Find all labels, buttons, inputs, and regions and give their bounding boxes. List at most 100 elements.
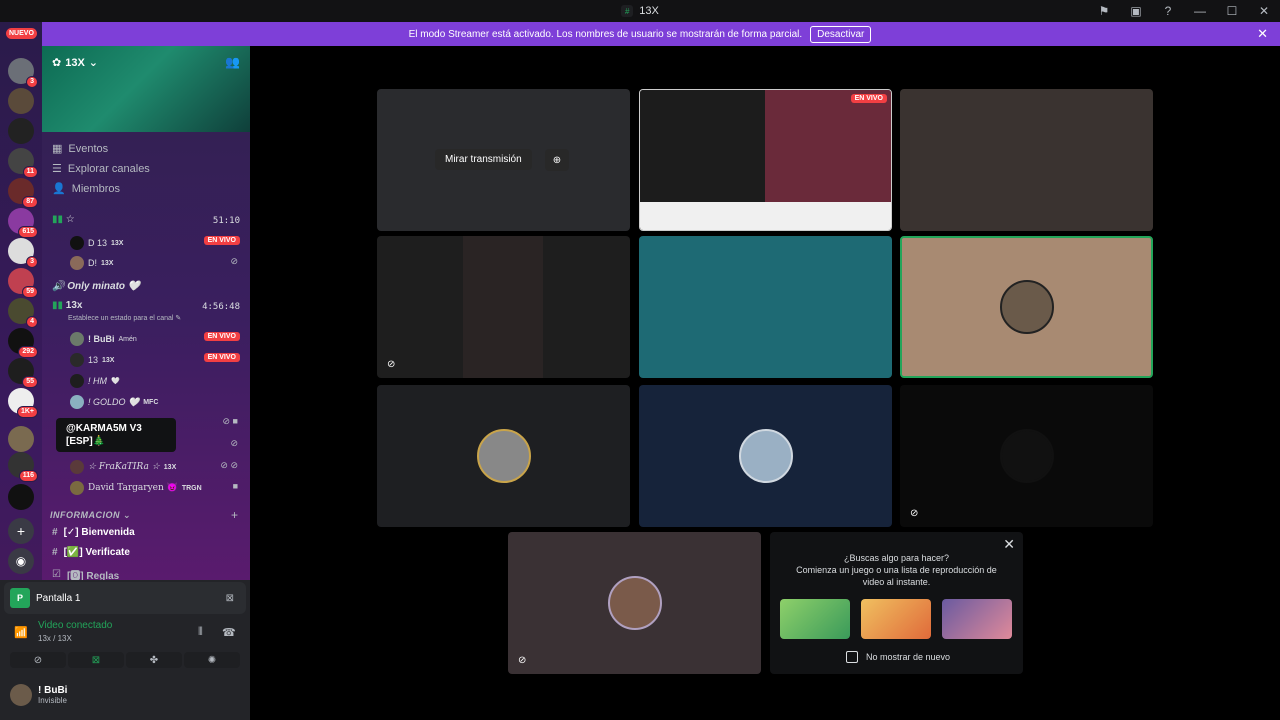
mention-badge: 4 xyxy=(26,316,38,328)
server-icon[interactable]: 59 xyxy=(8,268,38,298)
game-tile[interactable] xyxy=(861,599,931,639)
avatar xyxy=(999,280,1054,334)
video-tile[interactable] xyxy=(900,89,1153,231)
disconnect-icon[interactable]: ☎ xyxy=(222,626,236,639)
avatar xyxy=(70,353,84,367)
hash-icon: # xyxy=(52,527,58,538)
close-window-button[interactable]: ✕ xyxy=(1248,0,1280,22)
voice-member[interactable]: ! BuBi Amén xyxy=(70,332,137,346)
voice-channel-1[interactable]: ▮▮ ☆ xyxy=(52,214,75,225)
voice-member[interactable]: D 13 13X xyxy=(70,236,123,250)
voice-channel-2[interactable]: 🔊 Only minato 🤍 xyxy=(52,281,140,292)
maximize-button[interactable]: ☐ xyxy=(1216,0,1248,22)
member-tag: 13X xyxy=(163,463,177,471)
server-icon[interactable]: 4 xyxy=(8,298,38,328)
category-header[interactable]: INFORMACION ⌄ xyxy=(50,510,131,521)
noise-suppression-icon[interactable]: ⦀ xyxy=(198,626,203,639)
minimize-button[interactable]: — xyxy=(1184,0,1216,22)
server-icon[interactable] xyxy=(8,118,34,144)
video-tile[interactable] xyxy=(639,385,892,527)
mention-badge: 292 xyxy=(18,346,38,358)
avatar xyxy=(70,236,84,250)
close-icon[interactable]: ✕ xyxy=(1257,26,1268,42)
channel-bienvenida[interactable]: # [✓] Bienvenida xyxy=(52,527,135,538)
add-server-icon[interactable]: + xyxy=(8,518,34,544)
channel-label: [✓] Bienvenida xyxy=(63,527,135,538)
server-icon[interactable]: 55 xyxy=(8,358,38,388)
flag-icon[interactable]: ⚑ xyxy=(1088,0,1120,22)
voice-member[interactable]: ☆ FraKaTIRa ☆ 13X xyxy=(70,460,176,474)
voice-member[interactable]: 13 13X xyxy=(70,353,114,367)
live-badge: EN VIVO xyxy=(203,332,240,341)
voice-timer: 4:56:48 xyxy=(202,302,240,312)
server-icon[interactable]: 3 xyxy=(8,238,38,268)
signal-icon[interactable]: 📶 xyxy=(14,626,28,639)
game-tile[interactable] xyxy=(942,599,1012,639)
game-tile[interactable] xyxy=(780,599,850,639)
avatar xyxy=(738,429,793,483)
deafened-icon: ⊘ xyxy=(230,438,238,448)
channel-status[interactable]: Establece un estado para el canal ✎ xyxy=(68,314,181,322)
share-screen-button[interactable]: ⊠ xyxy=(68,652,124,668)
activities-button[interactable]: ✤ xyxy=(126,652,182,668)
screen-share-card[interactable]: P Pantalla 1 ⊠ xyxy=(4,582,246,614)
dont-show-checkbox[interactable]: No mostrar de nuevo xyxy=(846,651,950,663)
channel-verificate[interactable]: # [✅] Verificate xyxy=(52,547,130,558)
video-stage: Mirar transmisión ⊕ EN VIVO ⊘ ⊘ ⊘ xyxy=(250,46,1280,720)
avatar xyxy=(10,684,32,706)
close-icon[interactable]: ✕ xyxy=(1003,536,1015,553)
app-logo-icon: # xyxy=(621,5,634,17)
video-tile[interactable] xyxy=(639,236,892,378)
popout-icon[interactable]: ⊕ xyxy=(545,149,569,171)
voice-member[interactable]: David Targaryen 😈 TRGN xyxy=(70,481,202,495)
server-icon[interactable]: 3 xyxy=(8,58,38,88)
stream-preview-right xyxy=(765,90,891,202)
user-panel[interactable]: ! BuBi Invisible xyxy=(10,684,67,706)
help-icon[interactable]: ? xyxy=(1152,0,1184,22)
nav-explore[interactable]: ☰ Explorar canales xyxy=(52,162,150,176)
activity-heading: ¿Buscas algo para hacer? xyxy=(843,553,950,563)
video-tile[interactable]: ⊘ xyxy=(900,385,1153,527)
watch-stream-button[interactable]: Mirar transmisión xyxy=(435,149,532,170)
mic-muted-icon: ⊘ xyxy=(910,508,919,519)
voice-member[interactable]: ! HM 🤍 xyxy=(70,374,120,388)
server-icon[interactable]: 1K+ xyxy=(8,388,38,418)
stream-tile[interactable]: Mirar transmisión ⊕ xyxy=(377,89,630,231)
soundboard-button[interactable]: ✺ xyxy=(184,652,240,668)
voice-member[interactable]: ! GOLDO 🤍 MFC xyxy=(70,395,158,409)
server-name[interactable]: ✿ 13X ⌄ xyxy=(52,56,98,70)
nav-members[interactable]: 👤 Miembros xyxy=(52,182,120,196)
voice-channel-3[interactable]: ▮▮ 13x xyxy=(52,300,82,311)
title-bar: #13X ⚑ ▣ ? — ☐ ✕ xyxy=(0,0,1280,22)
member-name: ! GOLDO 🤍 xyxy=(88,396,140,407)
voice-timer: 51:10 xyxy=(212,216,240,226)
server-name-text: 13X xyxy=(65,56,85,69)
stop-share-icon[interactable]: ⊠ xyxy=(226,593,234,604)
server-icon[interactable]: 292 xyxy=(8,328,38,358)
live-badge: EN VIVO xyxy=(203,236,240,245)
server-icon[interactable]: 87 xyxy=(8,178,38,208)
video-tile-speaking[interactable] xyxy=(900,236,1153,378)
deactivate-button[interactable]: Desactivar xyxy=(810,25,872,43)
stream-tile[interactable]: EN VIVO xyxy=(639,89,892,231)
add-channel-icon[interactable]: + xyxy=(231,508,238,522)
mention-badge: 3 xyxy=(26,256,38,268)
camera-off-button[interactable]: ⊘ xyxy=(10,652,66,668)
checkbox[interactable] xyxy=(846,651,858,663)
server-icon[interactable]: 116 xyxy=(8,452,38,482)
video-tile[interactable]: ⊘ xyxy=(377,236,630,378)
video-tile[interactable]: ⊘ xyxy=(508,532,761,674)
server-icon[interactable] xyxy=(8,88,34,114)
server-icon[interactable]: 11 xyxy=(8,148,38,178)
discover-icon[interactable]: ◉ xyxy=(8,548,34,574)
inbox-icon[interactable]: ▣ xyxy=(1120,0,1152,22)
window-title: #13X xyxy=(621,5,659,17)
video-tile[interactable] xyxy=(377,385,630,527)
voice-member[interactable]: D! 13X xyxy=(70,256,113,270)
share-screen-icon: ⊠ xyxy=(91,654,101,666)
nav-events[interactable]: ▦ Eventos xyxy=(52,142,108,156)
invite-icon[interactable]: 👥 xyxy=(225,55,240,69)
server-icon[interactable] xyxy=(8,484,34,510)
server-icon[interactable] xyxy=(8,426,34,452)
server-icon[interactable]: 615 xyxy=(8,208,38,238)
